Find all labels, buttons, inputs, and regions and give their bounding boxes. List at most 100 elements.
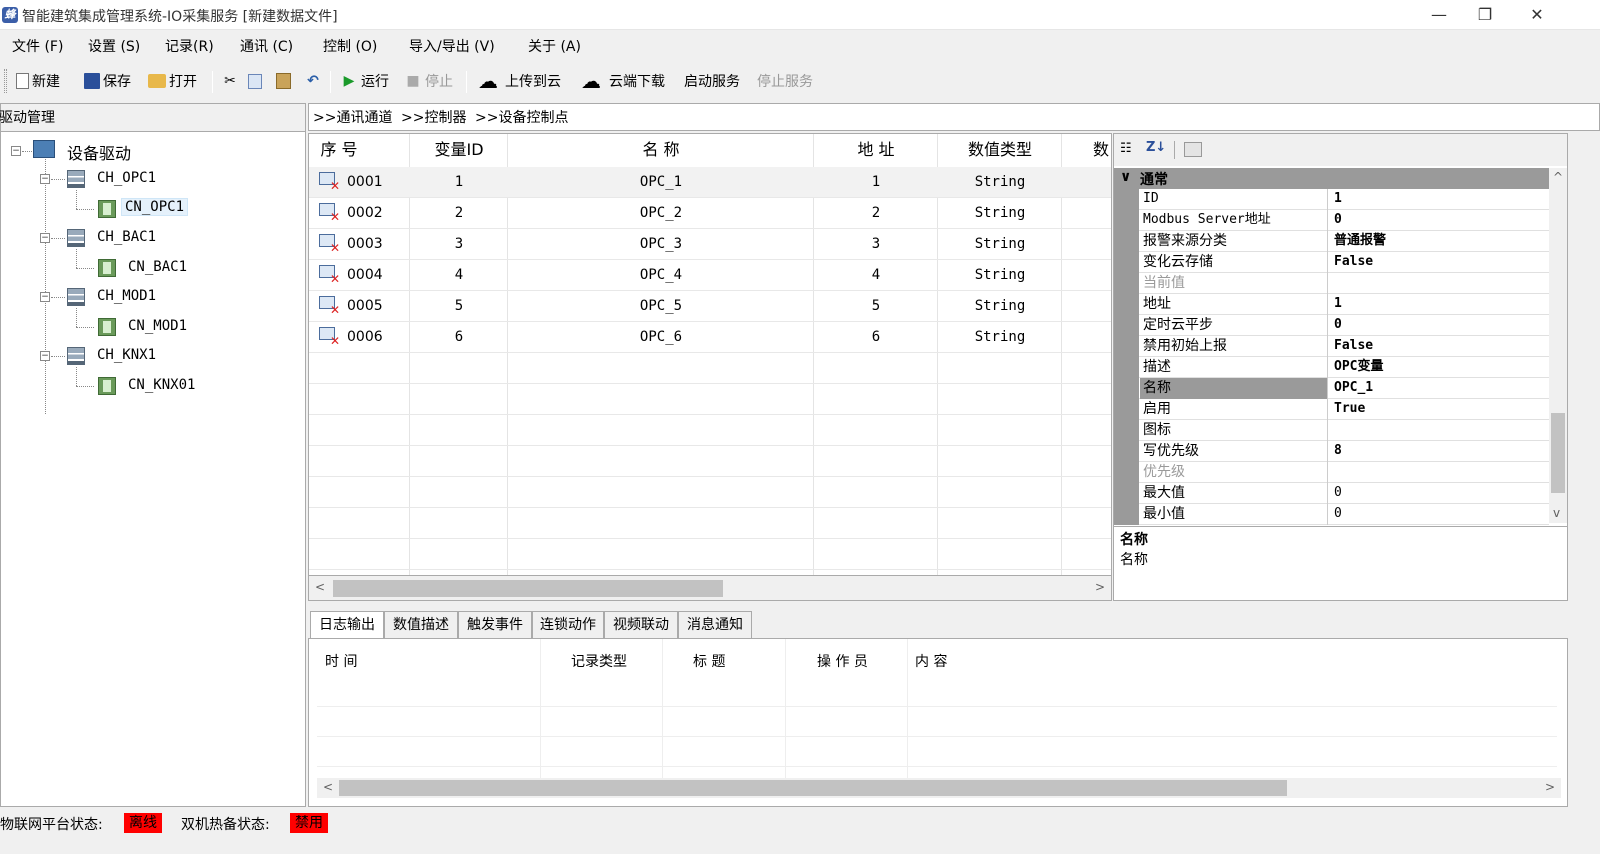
tab-log-output[interactable]: 日志输出 <box>310 611 384 639</box>
collapse-toggle[interactable]: − <box>11 146 21 156</box>
restore-button[interactable]: ❐ <box>1462 0 1508 30</box>
scroll-up-icon[interactable]: ^ <box>1553 170 1563 184</box>
scrollbar-thumb[interactable] <box>333 580 723 597</box>
collapse-toggle[interactable]: − <box>40 233 50 243</box>
tree-channel-bac[interactable]: CH_BAC1 <box>97 229 156 245</box>
scrollbar-thumb[interactable] <box>339 780 1287 796</box>
header-value-type[interactable]: 数值类型 <box>938 134 1062 166</box>
minimize-button[interactable]: — <box>1416 0 1462 30</box>
property-row[interactable]: 当前值 <box>1114 273 1549 294</box>
stop-service-button[interactable]: 停止服务 <box>757 70 813 92</box>
log-header-operator[interactable]: 操 作 员 <box>817 651 868 671</box>
sort-alpha-icon[interactable]: Z↓ <box>1146 140 1166 160</box>
breadcrumb-controller[interactable]: >>控制器 <box>401 107 466 127</box>
property-row[interactable]: 地址 1 <box>1114 294 1549 315</box>
property-row[interactable]: 最小值 0 <box>1114 504 1549 525</box>
property-row[interactable]: 名称 OPC_1 <box>1114 378 1549 399</box>
menu-about[interactable]: 关于 (A) <box>528 36 581 56</box>
menu-communication[interactable]: 通讯 (C) <box>240 36 293 56</box>
property-value[interactable]: 8 <box>1330 441 1548 462</box>
scroll-left-icon[interactable]: < <box>315 580 325 594</box>
property-vertical-scrollbar[interactable]: ^ v <box>1549 168 1567 523</box>
new-button[interactable]: 新建 <box>16 70 60 92</box>
tab-interlock-actions[interactable]: 连锁动作 <box>532 611 604 638</box>
property-row[interactable]: 最大值 0 <box>1114 483 1549 504</box>
table-row[interactable]: ✕ 0002 2 OPC_2 2 String <box>309 198 1111 229</box>
log-header-record-type[interactable]: 记录类型 <box>571 651 627 671</box>
property-row[interactable]: 报警来源分类 普通报警 <box>1114 231 1549 252</box>
tab-value-description[interactable]: 数值描述 <box>384 611 458 638</box>
tree-controller-opc[interactable]: CN_OPC1 <box>121 198 189 216</box>
property-row[interactable]: 优先级 <box>1114 462 1549 483</box>
property-value[interactable] <box>1330 420 1548 441</box>
menu-settings[interactable]: 设置 (S) <box>88 36 140 56</box>
table-row[interactable]: ✕ 0004 4 OPC_4 4 String <box>309 260 1111 291</box>
collapse-toggle[interactable]: − <box>40 292 50 302</box>
log-header-content[interactable]: 内 容 <box>915 651 947 671</box>
stop-button[interactable]: ■ 停止 <box>404 70 453 92</box>
categorized-icon[interactable]: ☷ <box>1120 141 1138 159</box>
tab-video-linkage[interactable]: 视频联动 <box>604 611 678 638</box>
property-value[interactable]: True <box>1330 399 1548 420</box>
property-category[interactable]: ∨ 通常 <box>1114 168 1549 189</box>
scroll-right-icon[interactable]: > <box>1545 780 1555 794</box>
grid-horizontal-scrollbar[interactable]: < > <box>308 575 1112 601</box>
property-row[interactable]: ID 1 <box>1114 189 1549 210</box>
header-seq[interactable]: 序 号 <box>309 134 369 166</box>
property-value[interactable]: 0 <box>1330 210 1548 231</box>
log-header-title[interactable]: 标 题 <box>693 651 725 671</box>
property-row[interactable]: 启用 True <box>1114 399 1549 420</box>
header-var-id[interactable]: 变量ID <box>410 134 508 166</box>
property-row[interactable]: 变化云存储 False <box>1114 252 1549 273</box>
table-row[interactable]: ✕ 0001 1 OPC_1 1 String <box>309 167 1111 198</box>
download-cloud-button[interactable]: ☁ 云端下载 <box>576 70 665 92</box>
property-row[interactable]: 禁用初始上报 False <box>1114 336 1549 357</box>
menu-import-export[interactable]: 导入/导出 (V) <box>409 36 495 56</box>
property-value[interactable]: OPC_1 <box>1330 378 1548 399</box>
paste-button[interactable] <box>276 70 291 92</box>
collapse-toggle[interactable]: − <box>40 174 50 184</box>
copy-button[interactable] <box>248 70 262 92</box>
breadcrumb-channel[interactable]: >>通讯通道 <box>313 107 392 127</box>
menu-file[interactable]: 文件 (F) <box>12 36 63 56</box>
undo-button[interactable]: ↶ <box>304 70 322 92</box>
tree-controller-mod[interactable]: CN_MOD1 <box>128 318 187 334</box>
log-header-time[interactable]: 时 间 <box>325 651 357 671</box>
save-button[interactable]: 保存 <box>84 70 131 92</box>
tree-channel-knx[interactable]: CH_KNX1 <box>97 347 156 363</box>
run-button[interactable]: ▶ 运行 <box>340 70 389 92</box>
property-pages-icon[interactable] <box>1184 142 1202 157</box>
collapse-icon[interactable]: ∨ <box>1120 169 1131 185</box>
property-row[interactable]: 图标 <box>1114 420 1549 441</box>
tab-notifications[interactable]: 消息通知 <box>678 611 752 638</box>
property-value[interactable]: 1 <box>1330 294 1548 315</box>
upload-cloud-button[interactable]: ☁ 上传到云 <box>474 70 561 92</box>
scroll-left-icon[interactable]: < <box>323 780 333 794</box>
table-row[interactable]: ✕ 0006 6 OPC_6 6 String <box>309 322 1111 353</box>
open-button[interactable]: 打开 <box>148 70 197 92</box>
header-name[interactable]: 名 称 <box>508 134 814 166</box>
cut-button[interactable]: ✂ <box>221 70 239 92</box>
property-value[interactable] <box>1330 462 1548 483</box>
property-value[interactable]: False <box>1330 336 1548 357</box>
tree-channel-mod[interactable]: CH_MOD1 <box>97 288 156 304</box>
scroll-right-icon[interactable]: > <box>1095 580 1105 594</box>
property-row[interactable]: Modbus Server地址 0 <box>1114 210 1549 231</box>
log-horizontal-scrollbar[interactable]: < > <box>317 778 1561 798</box>
property-row[interactable]: 写优先级 8 <box>1114 441 1549 462</box>
property-value[interactable]: 0 <box>1330 315 1548 336</box>
close-button[interactable]: ✕ <box>1514 0 1560 30</box>
tree-controller-knx[interactable]: CN_KNX01 <box>128 377 195 393</box>
menu-records[interactable]: 记录(R) <box>165 36 214 56</box>
property-value[interactable]: 1 <box>1330 189 1548 210</box>
tree-controller-bac[interactable]: CN_BAC1 <box>128 259 187 275</box>
collapse-toggle[interactable]: − <box>40 351 50 361</box>
property-value[interactable]: OPC变量 <box>1330 357 1548 378</box>
property-row[interactable]: 定时云平步 0 <box>1114 315 1549 336</box>
tab-trigger-events[interactable]: 触发事件 <box>458 611 532 638</box>
table-row[interactable]: ✕ 0005 5 OPC_5 5 String <box>309 291 1111 322</box>
property-row[interactable]: 描述 OPC变量 <box>1114 357 1549 378</box>
property-value[interactable]: False <box>1330 252 1548 273</box>
tree-root-label[interactable]: 设备驱动 <box>67 140 131 164</box>
property-value[interactable]: 0 <box>1330 504 1548 525</box>
